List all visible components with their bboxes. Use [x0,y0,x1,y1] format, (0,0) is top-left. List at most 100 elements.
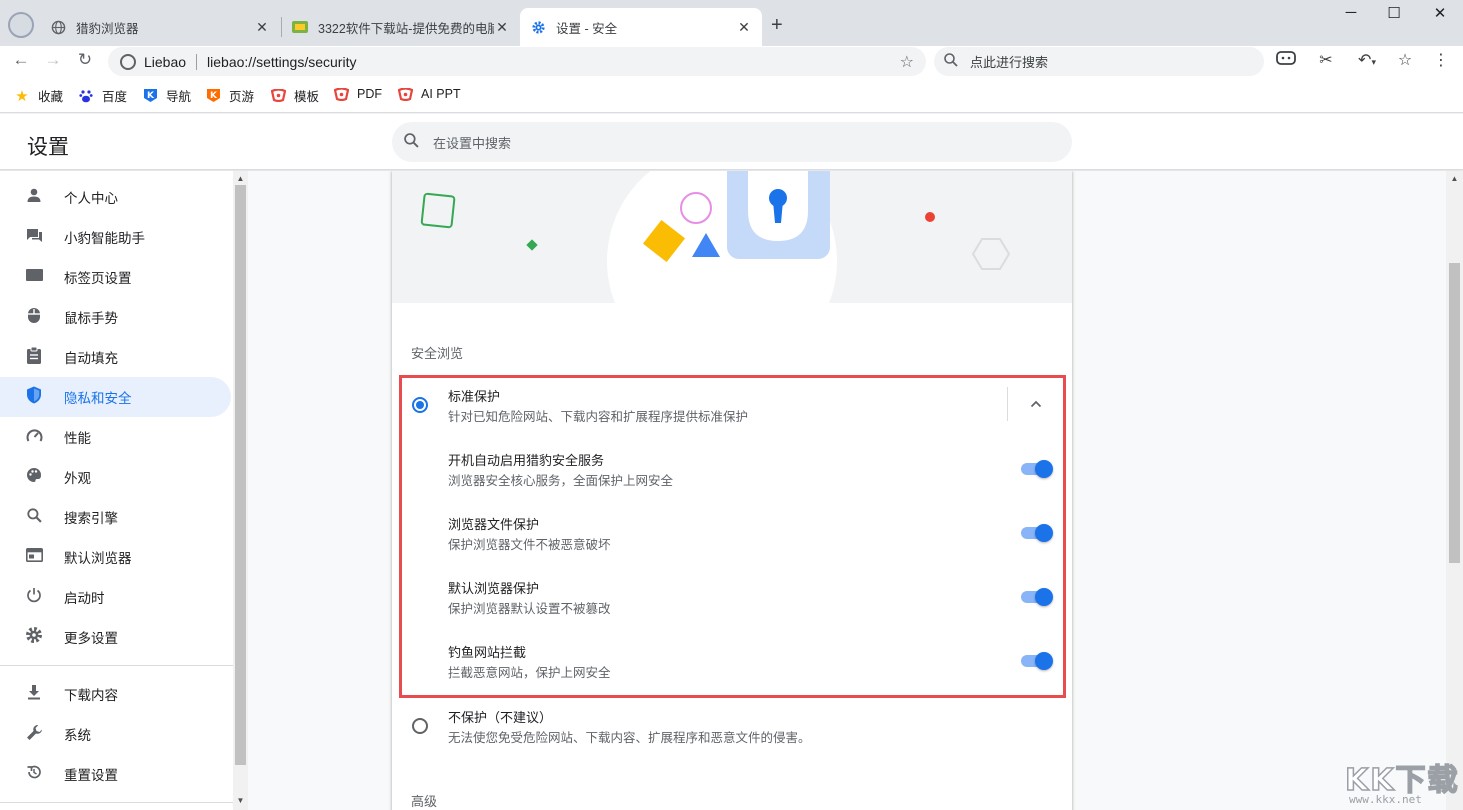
sidebar-item-reset[interactable]: 重置设置 [0,754,231,794]
bookmarks-bar: ★ 收藏 百度 K 导航 K 页游 模板 PDF AI PPT [0,76,1463,113]
security-illustration [392,171,1072,303]
site-name: Liebao [144,53,187,70]
tab-liebao[interactable]: 猎豹浏览器 ✕ [40,8,280,46]
gear-icon [530,19,546,35]
sidebar-item-label: 搜索引擎 [64,511,118,526]
bookmark-item[interactable]: 模板 [270,86,319,105]
settings-sidebar: 个人中心 小豹智能助手 标签页设置 鼠标手势 自动填充 隐私和安全 性能 外观 … [0,171,233,810]
sidebar-item-privacy-security[interactable]: 隐私和安全 [0,377,231,417]
search-icon [24,507,44,527]
bookmark-label: 导航 [166,90,192,104]
scrollbar-thumb[interactable] [235,185,246,765]
tab-settings[interactable]: 设置 - 安全 ✕ [520,8,762,46]
browser-icon [24,548,44,566]
back-button[interactable]: ← [10,50,32,70]
tab-icon [24,268,44,286]
bookmark-label: 收藏 [38,90,64,104]
sidebar-divider [0,802,233,803]
watermark: KK下载 www.kkx.net [1344,755,1460,810]
sidebar-item-search-engine[interactable]: 搜索引擎 [0,497,231,537]
menu-dots-icon[interactable]: ⋮ [1429,50,1453,70]
bookmark-item[interactable]: K 页游 [205,86,254,105]
bookmark-item[interactable]: ★ 收藏 [14,86,63,105]
svg-text:K: K [210,91,218,101]
maximize-button[interactable]: ☐ [1379,4,1409,22]
sidebar-item-startup[interactable]: 启动时 [0,577,231,617]
bookmark-item[interactable]: 百度 [78,86,127,105]
address-bar[interactable]: Liebao liebao://settings/security ☆ [108,47,926,76]
no-protection-title: 不保护（不建议） [448,710,553,725]
url-text[interactable]: liebao://settings/security [207,54,356,70]
main-scrollbar[interactable]: ▲ [1446,171,1463,810]
sidebar-item-more-settings[interactable]: 更多设置 [0,617,231,657]
no-protection-radio[interactable] [412,718,428,734]
new-tab-button[interactable]: + [771,14,783,37]
sidebar-item-label: 重置设置 [64,768,118,783]
scrollbar-thumb[interactable] [1449,263,1460,563]
sidebar-item-autofill[interactable]: 自动填充 [0,337,231,377]
tab-3322[interactable]: 3322软件下载站-提供免费的电脑软 ✕ [282,8,520,46]
page-title: 设置 [27,136,69,159]
sidebar-item-performance[interactable]: 性能 [0,417,231,457]
sidebar-item-tabs[interactable]: 标签页设置 [0,257,231,297]
close-window-button[interactable]: ✕ [1425,4,1455,22]
no-protection-subtitle: 无法使您免受危险网站、下载内容、扩展程序和恶意文件的侵害。 [448,731,811,745]
settings-search-input[interactable]: 在设置中搜索 [392,122,1072,162]
scissors-icon[interactable]: ✂ [1314,50,1338,70]
forward-button[interactable]: → [42,50,64,70]
minimize-button[interactable]: ─ [1336,4,1366,21]
browser-logo-icon[interactable] [8,12,34,38]
bookmark-item[interactable]: K 导航 [142,86,191,105]
scroll-up-arrow-icon[interactable]: ▲ [1446,174,1463,183]
safe-browsing-label: 安全浏览 [411,346,464,361]
tab-title: 猎豹浏览器 [76,21,139,36]
close-icon[interactable]: ✕ [494,19,510,36]
sidebar-item-appearance[interactable]: 外观 [0,457,231,497]
bookmark-label: 页游 [229,90,255,104]
bookmark-label: PDF [357,87,382,101]
palette-icon [24,467,44,487]
favorite-star-icon[interactable]: ☆ [1393,50,1417,70]
person-icon [24,187,44,207]
close-icon[interactable]: ✕ [254,19,270,36]
k-game-icon: K [205,88,221,104]
site-3322-icon [292,19,308,35]
sidebar-divider [0,665,233,666]
sidebar-item-label: 自动填充 [64,351,118,366]
sidebar-item-label: 个人中心 [64,191,118,206]
sidebar-item-default-browser[interactable]: 默认浏览器 [0,537,231,577]
sidebar-item-downloads[interactable]: 下载内容 [0,674,231,714]
k-nav-icon: K [142,88,158,104]
sidebar-item-label: 小豹智能助手 [64,231,145,246]
scroll-up-arrow-icon[interactable]: ▲ [233,174,248,183]
sidebar-scrollbar[interactable]: ▲ ▼ [233,171,248,810]
close-icon[interactable]: ✕ [736,19,752,36]
svg-text:K: K [147,91,155,101]
site-info-icon[interactable] [120,53,136,70]
mouse-icon [24,307,44,328]
bookmark-label: 模板 [294,90,320,104]
sidebar-item-label: 外观 [64,471,91,486]
settings-search-placeholder: 在设置中搜索 [433,135,512,151]
wrench-icon [24,724,44,745]
reload-button[interactable]: ↻ [74,50,96,70]
bookmark-item[interactable]: AI PPT [397,86,461,102]
toolbar-search-box[interactable]: 点此进行搜索 [934,47,1264,76]
sidebar-item-label: 下载内容 [64,688,118,703]
tab-title: 3322软件下载站-提供免费的电脑软 [318,21,494,36]
search-icon [404,132,419,152]
pdf-icon [333,86,349,102]
scroll-down-arrow-icon[interactable]: ▼ [233,796,248,805]
bookmark-item[interactable]: PDF [333,86,382,102]
sidebar-item-label: 性能 [64,431,91,446]
sidebar-item-profile[interactable]: 个人中心 [0,177,231,217]
bookmark-star-icon[interactable]: ☆ [900,52,914,72]
gamepad-icon[interactable] [1274,50,1298,71]
sidebar-item-mouse-gestures[interactable]: 鼠标手势 [0,297,231,337]
sidebar-item-assistant[interactable]: 小豹智能助手 [0,217,231,257]
shield-icon [24,386,44,408]
globe-icon [50,19,66,35]
sidebar-item-label: 隐私和安全 [64,391,132,406]
undo-icon[interactable]: ↶▾ [1352,50,1382,70]
sidebar-item-system[interactable]: 系统 [0,714,231,754]
